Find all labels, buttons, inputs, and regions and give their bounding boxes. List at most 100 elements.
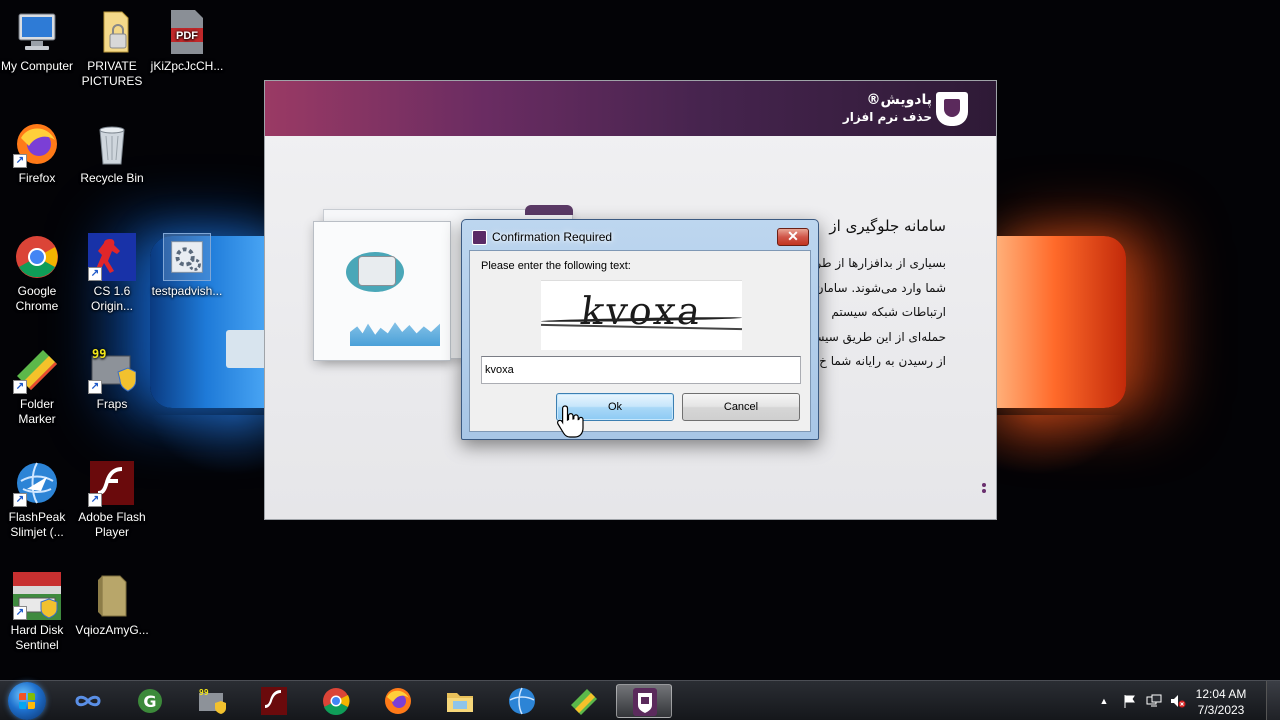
dialog-body: Please enter the following text: kvoxa k… [469, 250, 811, 432]
feature-text-line: بسیاری از بدافزارها از طری [805, 256, 946, 270]
firefox-icon [385, 688, 411, 714]
shortcut-arrow-icon: ↗ [13, 493, 27, 507]
shortcut-arrow-icon: ↗ [88, 380, 102, 394]
desktop-icon-label: Folder Marker [18, 397, 56, 426]
dialog-titlebar[interactable]: Confirmation Required ✕ [462, 220, 818, 252]
desktop-icon-label: Recycle Bin [80, 171, 144, 185]
taskbar-fraps[interactable]: 99 [184, 684, 240, 718]
flash-icon: ↗ [88, 459, 136, 507]
chrome-icon [323, 688, 350, 715]
desktop-icon-label: Adobe Flash Player [78, 510, 146, 539]
illustration-front-window [313, 221, 451, 361]
counter-strike-icon: ↗ [88, 233, 136, 281]
hand-cursor-icon [556, 405, 584, 438]
network-icon[interactable] [1146, 694, 1162, 708]
desktop-icon-firefox[interactable]: ↗ Firefox [0, 120, 74, 186]
desktop-icon-folder[interactable]: VqiozAmyG... [75, 572, 149, 638]
volume-muted-icon[interactable] [1170, 694, 1186, 708]
folder-marker-icon: ↗ [13, 346, 61, 394]
wallpaper-orange-glow [996, 236, 1126, 408]
feature-text-line: ارتباطات شبکه سیستم [831, 305, 946, 319]
graph-icon [350, 322, 440, 346]
action-center-flag-icon[interactable] [1122, 694, 1138, 708]
folder-marker-icon [571, 689, 597, 715]
slimjet-icon [509, 687, 535, 715]
taskbar-slimjet[interactable] [494, 684, 550, 718]
taskbar-folder-marker[interactable] [556, 684, 612, 718]
captcha-prompt: Please enter the following text: [481, 260, 631, 272]
feature-text-line: از رسیدن به رایانه شما خ [819, 354, 946, 368]
clock[interactable]: 12:04 AM 7/3/2023 [1186, 686, 1256, 718]
desktop-icon-label: PRIVATE PICTURES [81, 59, 143, 88]
show-hidden-icons-button[interactable]: ▲ [1096, 694, 1112, 708]
taskbar-flash[interactable] [246, 684, 302, 718]
taskbar-file-explorer[interactable] [432, 684, 488, 718]
taskbar-chrome[interactable] [308, 684, 364, 718]
fraps-icon: 99 [199, 688, 226, 714]
system-tray: ▲ 12:04 AM 7/3/2023 [1090, 681, 1280, 720]
grammarly-icon: G [138, 689, 162, 713]
desktop-icon-hard-disk-sentinel[interactable]: ↗ Hard Disk Sentinel [0, 572, 74, 653]
start-button[interactable] [8, 682, 46, 720]
shortcut-arrow-icon: ↗ [13, 606, 27, 620]
settings-file-icon [163, 233, 211, 281]
shortcut-arrow-icon: ↗ [88, 267, 102, 281]
desktop-icon-label: My Computer [0, 59, 74, 73]
desktop-icon-private-pictures[interactable]: PRIVATE PICTURES [75, 8, 149, 89]
padvish-logo-icon [936, 92, 968, 126]
taskbar-firefox[interactable] [370, 684, 426, 718]
desktop-icon-testpadvish[interactable]: testpadvish... [150, 233, 224, 299]
feature-text-line: حمله‌ای از این طریق سیست [802, 329, 946, 344]
show-desktop-button[interactable] [1266, 681, 1280, 720]
svg-text:PDF: PDF [176, 30, 198, 42]
app-header: پادویش® حذف نرم افزار [265, 81, 996, 136]
desktop-icon-label: testpadvish... [151, 284, 223, 298]
hard-disk-sentinel-icon: ↗ [13, 572, 61, 620]
desktop-icon-slimjet[interactable]: ↗ FlashPeak Slimjet (... [0, 459, 74, 540]
cancel-button[interactable]: Cancel [682, 393, 800, 421]
padvish-app-icon [472, 230, 487, 245]
feature-text-line: شما وارد می‌شوند. سامان [814, 280, 946, 295]
desktop-icon-pdf-file[interactable]: PDF jKiZpcJcCH... [150, 8, 224, 74]
confirmation-dialog: Confirmation Required ✕ Please enter the… [461, 219, 819, 440]
taskbar-grammarly[interactable]: G [122, 684, 178, 718]
feature-description: سامانه جلوگیری از بسیاری از بدافزارها از… [802, 215, 946, 374]
desktop-icon-my-computer[interactable]: My Computer [0, 8, 74, 74]
svg-text:99: 99 [199, 688, 209, 697]
flash-icon [261, 687, 287, 715]
slimjet-icon: ↗ [13, 459, 61, 507]
feature-heading: سامانه جلوگیری از [829, 217, 946, 235]
firefox-icon: ↗ [13, 120, 61, 168]
desktop-icon-label: Google Chrome [15, 284, 59, 313]
taskbar-infinity-app[interactable] [60, 684, 116, 718]
desktop-icon-folder-marker[interactable]: ↗ Folder Marker [0, 346, 74, 427]
wallpaper-reflection-right [996, 415, 1126, 475]
captcha-image: kvoxa [540, 280, 743, 350]
desktop-icon-label: FlashPeak Slimjet (... [8, 510, 66, 539]
taskbar-padvish[interactable] [616, 684, 672, 718]
locked-folder-icon [88, 8, 136, 56]
computer-icon [13, 8, 61, 56]
chrome-icon [13, 233, 61, 281]
desktop-icon-fraps[interactable]: 99 ↗ Fraps [75, 346, 149, 412]
padvish-icon [633, 688, 657, 716]
clock-date: 7/3/2023 [1197, 703, 1245, 717]
close-button[interactable]: ✕ [777, 228, 809, 246]
svg-text:G: G [143, 692, 156, 711]
clock-time: 12:04 AM [1195, 687, 1247, 701]
desktop-icon-cs16[interactable]: ↗ CS 1.6 Origin... [75, 233, 149, 314]
desktop-icon-adobe-flash[interactable]: ↗ Adobe Flash Player [75, 459, 149, 540]
captcha-input[interactable]: kvoxa [481, 356, 801, 384]
taskbar: G 99 ▲ 12:04 AM 7/3/2023 [0, 680, 1280, 720]
telephone-icon [358, 256, 396, 286]
recycle-bin-icon [88, 120, 136, 168]
brand-name: پادویش® [866, 92, 932, 108]
shortcut-arrow-icon: ↗ [88, 493, 102, 507]
desktop-icon-google-chrome[interactable]: Google Chrome [0, 233, 74, 314]
desktop-icon-recycle-bin[interactable]: Recycle Bin [75, 120, 149, 186]
fraps-icon: 99 ↗ [88, 346, 137, 394]
brand-subtitle: حذف نرم افزار [842, 110, 932, 124]
illustration-tab [525, 205, 573, 215]
desktop-icon-label: Hard Disk Sentinel [10, 623, 64, 652]
pdf-icon: PDF [163, 8, 211, 56]
